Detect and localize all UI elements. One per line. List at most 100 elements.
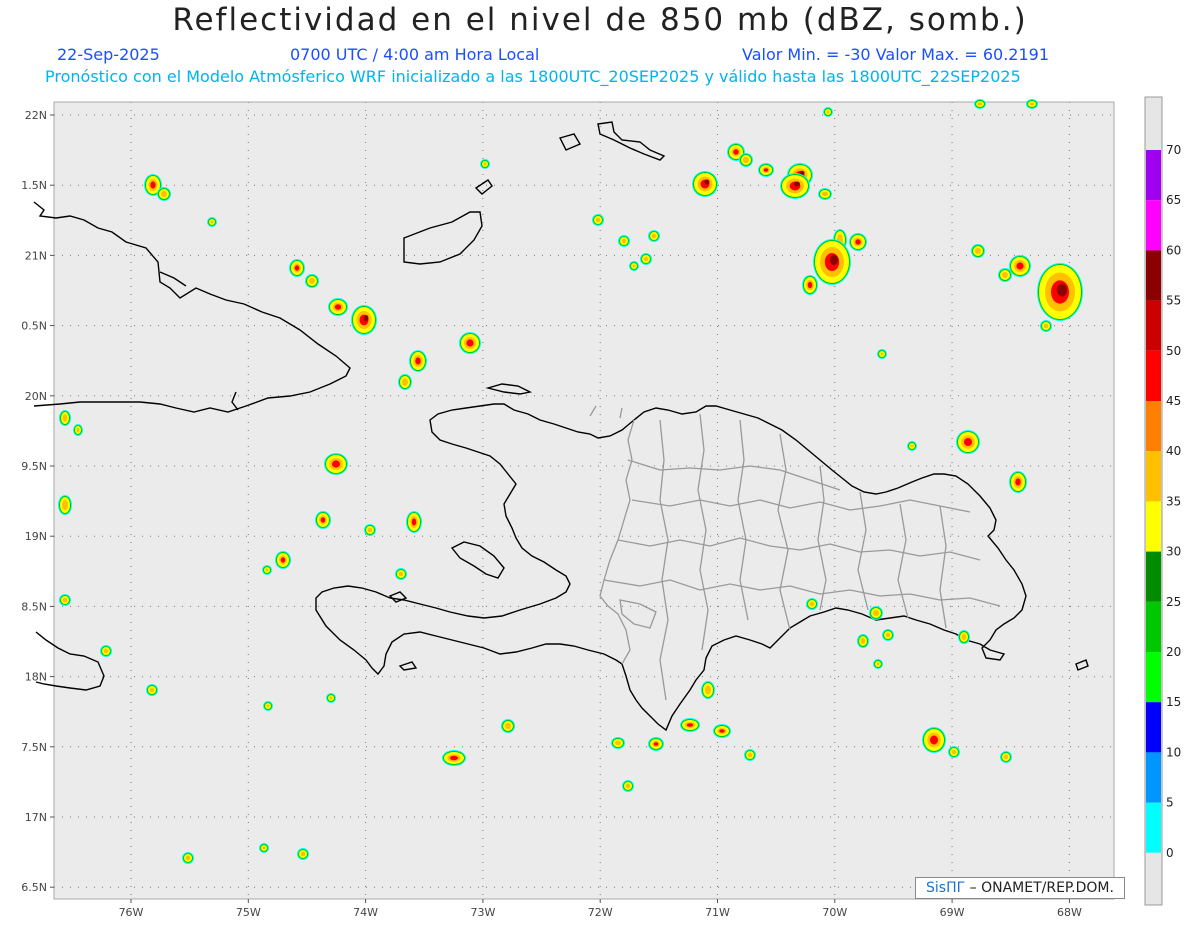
lon-tick-label: 76W [119,906,144,919]
colorbar-segment [1146,852,1161,903]
colorbar-label: 15 [1166,695,1181,709]
echo-cell [907,441,917,451]
echo-cell [73,424,83,436]
echo-cell [922,727,946,753]
colorbar-label: 30 [1166,545,1181,559]
colorbar-label: 20 [1166,645,1181,659]
colorbar: 7065605550454035302520151050 [1146,143,1181,903]
echo-cell [207,217,217,227]
echo-cell [324,453,348,475]
echo-cell [818,188,832,200]
echo-cell [1037,263,1083,321]
echo-cell [364,524,376,536]
echo-cell [629,261,639,271]
lon-tick-label: 72W [588,906,613,919]
colorbar-label: 0 [1166,846,1174,860]
lon-tick-label: 75W [236,906,261,919]
colorbar-segment [1146,652,1161,703]
echo-cell [640,253,652,265]
lon-tick-label: 74W [353,906,378,919]
echo-cell [409,350,427,372]
echo-cell [780,173,810,199]
echo-cell [442,750,466,766]
echo-cell [622,780,634,792]
colorbar-segment [1146,350,1161,401]
colorbar-segment [1146,551,1161,602]
echo-cell [351,305,377,335]
echo-cell [692,171,718,197]
echo-cell [1026,99,1038,109]
colorbar-label: 25 [1166,595,1181,609]
echo-cell [948,746,960,758]
lon-tick-label: 71W [705,906,730,919]
echo-cell [802,275,818,295]
lat-tick-label: 7.5N [21,741,47,754]
colorbar-segment [1146,451,1161,502]
echo-cell [857,634,869,648]
echo-cell [100,645,112,657]
colorbar-segment [1146,300,1161,351]
sispi-logo: SisПГ [926,880,966,896]
echo-cell [275,551,291,569]
echo-cell [618,235,630,247]
echo-cell [459,332,481,354]
echo-cell [701,681,715,699]
lat-tick-label: 9.5N [21,460,47,473]
echo-cell [971,244,985,258]
echo-cell [1040,320,1052,332]
echo-cell [259,843,269,853]
colorbar-segment [1146,250,1161,301]
lat-tick-label: 0.5N [21,320,47,333]
echo-cell [398,374,412,390]
echo-cell [758,163,774,177]
echo-cell [611,737,625,749]
echo-cell [869,606,883,620]
colorbar-segment [1146,501,1161,552]
echo-cell [873,659,883,669]
colorbar-segment [1146,150,1161,201]
credit-box: SisПГ – ONAMET/REP.DOM. [915,877,1125,899]
echo-cell [1009,255,1031,277]
echo-cell [395,568,407,580]
lon-tick-label: 68W [1057,906,1082,919]
echo-cell [958,630,970,644]
lat-tick-label: 18N [25,671,47,684]
colorbar-label: 10 [1166,745,1181,759]
echo-cell [1000,751,1012,763]
echo-cell [882,629,894,641]
colorbar-segment [1146,200,1161,251]
echo-cell [59,410,71,426]
lat-tick-label: 21N [25,249,47,262]
echo-cell [297,848,309,860]
colorbar-label: 70 [1166,143,1181,157]
echo-cell [501,719,515,733]
echo-cell [157,187,171,201]
longitude-labels: 76W 75W 74W 73W 72W 71W 70W 69W 68W [119,899,1082,919]
echo-cell [305,274,319,288]
lat-tick-label: 8.5N [21,600,47,613]
echo-cell [592,214,604,226]
echo-cell [58,495,72,515]
echo-cell [680,718,700,732]
lat-tick-label: 17N [25,811,47,824]
echo-cell [713,724,731,738]
echo-cell [326,693,336,703]
colorbar-segment [1146,702,1161,753]
latitude-labels: 22N 1.5N 21N 0.5N 20N 9.5N 19N 8.5N 18N 7.5N 17N 6.… [21,109,54,894]
echo-cell [406,511,422,533]
lat-tick-label: 1.5N [21,179,47,192]
echo-cell [289,259,305,277]
colorbar-segment [1146,802,1161,853]
echo-cell [823,107,833,117]
echo-cell [262,565,272,575]
lon-tick-label: 73W [470,906,495,919]
echo-cell [263,701,273,711]
echo-cell [813,239,851,285]
lat-tick-label: 19N [25,530,47,543]
colorbar-label: 65 [1166,193,1181,207]
echo-cell [59,594,71,606]
lat-tick-label: 6.5N [21,881,47,894]
echo-cell [739,153,753,167]
colorbar-label: 55 [1166,294,1181,308]
echo-cell [849,233,867,251]
